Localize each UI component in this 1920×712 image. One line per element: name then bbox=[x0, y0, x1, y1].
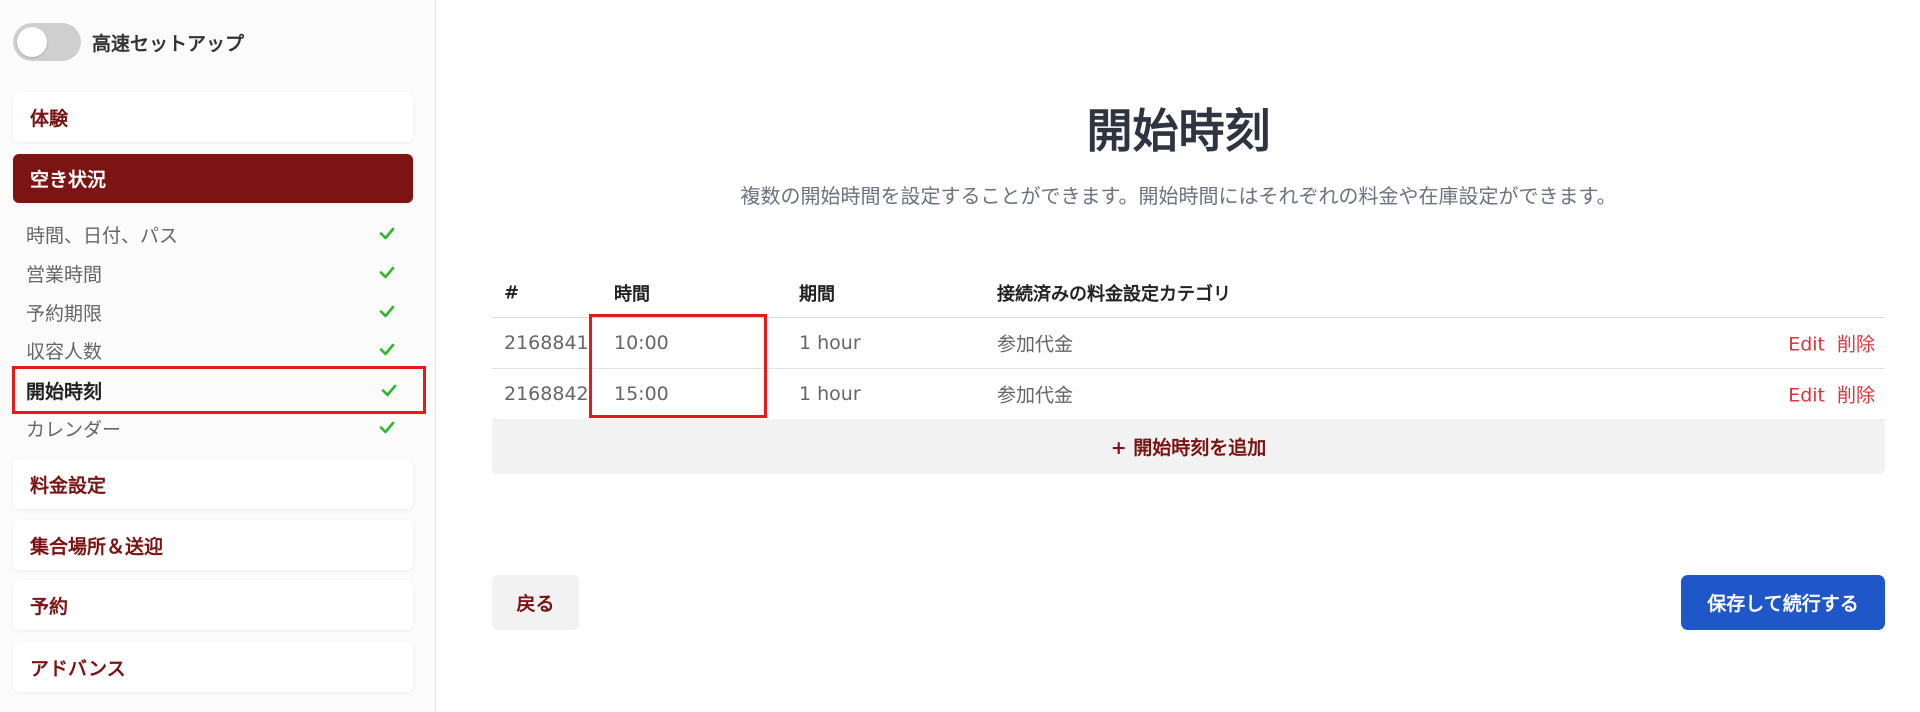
table-row: 2168842 15:00 1 hour 参加代金 Edit 削除 bbox=[492, 369, 1885, 420]
row-id: 2168842 bbox=[504, 383, 589, 405]
delete-link[interactable]: 削除 bbox=[1837, 334, 1875, 356]
header-id: # bbox=[504, 282, 520, 303]
check-icon bbox=[379, 266, 395, 279]
back-button[interactable]: 戻る bbox=[492, 575, 579, 630]
sidebar-section-booking[interactable]: 予約 bbox=[13, 580, 413, 630]
row-time: 10:00 bbox=[614, 332, 669, 354]
main-content: 開始時刻 複数の開始時間を設定することができます。開始時間にはそれぞれの料金や在… bbox=[437, 0, 1920, 712]
edit-link[interactable]: Edit bbox=[1788, 385, 1825, 407]
table-header: # 時間 期間 接続済みの料金設定カテゴリ bbox=[492, 268, 1885, 318]
edit-link[interactable]: Edit bbox=[1788, 334, 1825, 356]
sidebar-section-advanced[interactable]: アドバンス bbox=[13, 642, 413, 692]
sidebar-item-capacity[interactable]: 収容人数 bbox=[13, 332, 413, 368]
check-icon bbox=[379, 305, 395, 318]
sidebar-item-label: 時間、日付、パス bbox=[26, 224, 179, 247]
sidebar-item-start-times[interactable]: 開始時刻 bbox=[12, 366, 426, 414]
fast-setup-toggle[interactable] bbox=[13, 23, 81, 61]
start-times-table: # 時間 期間 接続済みの料金設定カテゴリ 2168841 10:00 1 ho… bbox=[492, 268, 1885, 420]
fast-setup-label: 高速セットアップ bbox=[92, 32, 245, 55]
row-id: 2168841 bbox=[504, 332, 589, 354]
sidebar-item-label: カレンダー bbox=[26, 418, 122, 441]
row-category: 参加代金 bbox=[997, 384, 1074, 407]
row-actions: Edit 削除 bbox=[1788, 381, 1875, 408]
row-actions: Edit 削除 bbox=[1788, 330, 1875, 357]
check-icon bbox=[381, 384, 397, 397]
sidebar-item-booking-deadline[interactable]: 予約期限 bbox=[13, 294, 413, 330]
header-category: 接続済みの料金設定カテゴリ bbox=[997, 283, 1231, 305]
sidebar-section-pricing[interactable]: 料金設定 bbox=[13, 459, 413, 509]
header-time: 時間 bbox=[614, 283, 650, 305]
sidebar-item-label: 開始時刻 bbox=[26, 380, 103, 403]
sidebar-section-experience[interactable]: 体験 bbox=[13, 92, 413, 142]
sidebar-section-meeting-pickup[interactable]: 集合場所＆送迎 bbox=[13, 520, 413, 570]
fast-setup: 高速セットアップ bbox=[13, 23, 244, 61]
toggle-knob bbox=[17, 27, 47, 57]
check-icon bbox=[379, 227, 395, 240]
sidebar: 高速セットアップ 体験 空き状況 時間、日付、パス 営業時間 予約期限 収容人数… bbox=[0, 0, 436, 712]
save-continue-button[interactable]: 保存して続行する bbox=[1681, 575, 1885, 630]
page-title: 開始時刻 bbox=[1086, 104, 1271, 158]
row-duration: 1 hour bbox=[799, 332, 861, 354]
row-category: 参加代金 bbox=[997, 333, 1074, 356]
sidebar-item-time-date-pass[interactable]: 時間、日付、パス bbox=[13, 216, 413, 252]
sidebar-item-label: 収容人数 bbox=[26, 340, 103, 363]
sidebar-item-calendar[interactable]: カレンダー bbox=[13, 410, 413, 446]
sidebar-item-label: 営業時間 bbox=[26, 263, 103, 286]
add-start-time-button[interactable]: + 開始時刻を追加 bbox=[492, 419, 1885, 474]
row-duration: 1 hour bbox=[799, 383, 861, 405]
sidebar-item-business-hours[interactable]: 営業時間 bbox=[13, 255, 413, 291]
table-row: 2168841 10:00 1 hour 参加代金 Edit 削除 bbox=[492, 318, 1885, 369]
header-duration: 期間 bbox=[799, 283, 835, 305]
check-icon bbox=[379, 343, 395, 356]
sidebar-item-label: 予約期限 bbox=[26, 302, 103, 325]
page-description: 複数の開始時間を設定することができます。開始時間にはそれぞれの料金や在庫設定がで… bbox=[740, 184, 1617, 208]
sidebar-section-availability[interactable]: 空き状況 bbox=[13, 154, 413, 203]
row-time: 15:00 bbox=[614, 383, 669, 405]
check-icon bbox=[379, 421, 395, 434]
delete-link[interactable]: 削除 bbox=[1837, 385, 1875, 407]
